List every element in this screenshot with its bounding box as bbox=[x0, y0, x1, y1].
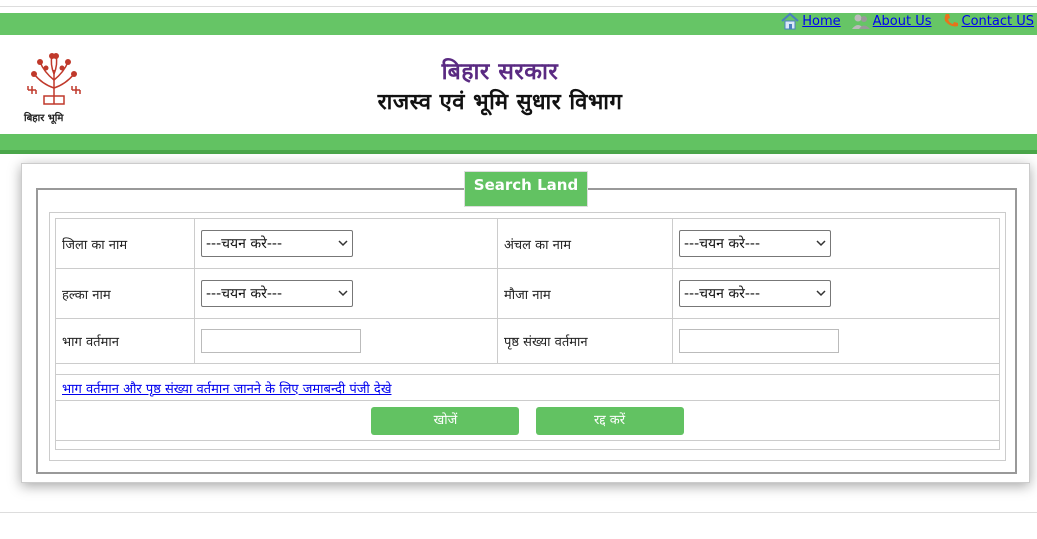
bhag-input[interactable] bbox=[201, 329, 361, 353]
header-green-band-shade bbox=[0, 150, 1037, 154]
bottom-divider bbox=[0, 512, 1037, 513]
mauja-label: मौजा नाम bbox=[497, 268, 673, 319]
circle-select-value: ---चयन करे--- bbox=[684, 236, 761, 252]
search-land-legend: Search Land bbox=[464, 171, 588, 207]
bhag-label: भाग वर्तमान bbox=[55, 318, 195, 364]
district-select-value: ---चयन करे--- bbox=[206, 236, 283, 252]
home-icon bbox=[781, 12, 799, 30]
nav-home-label: Home bbox=[802, 13, 841, 29]
halka-select-value: ---चयन करे--- bbox=[206, 286, 283, 302]
top-nav-links: Home About Us Contact US bbox=[770, 12, 1034, 30]
nav-home-link[interactable]: Home bbox=[780, 12, 841, 30]
chevron-down-icon bbox=[816, 240, 826, 247]
search-button[interactable]: खोजें bbox=[371, 406, 520, 435]
form-spacer-row-bottom bbox=[55, 440, 1000, 450]
form-row-bhag: भाग वर्तमान पृष्ठ संख्या वर्तमान bbox=[55, 318, 1000, 364]
chevron-down-icon bbox=[338, 240, 348, 247]
page-title-secondary: राजस्व एवं भूमि सुधार विभाग bbox=[377, 89, 623, 115]
page-number-label: पृष्ठ संख्या वर्तमान bbox=[497, 318, 673, 364]
district-select[interactable]: ---चयन करे--- bbox=[201, 230, 353, 257]
top-divider bbox=[0, 6, 1037, 7]
circle-label: अंचल का नाम bbox=[497, 218, 673, 269]
halka-label: हल्का नाम bbox=[55, 268, 195, 319]
jamabandi-help-link[interactable]: भाग वर्तमान और पृष्ठ संख्या वर्तमान जानन… bbox=[62, 382, 391, 397]
form-row-actions: खोजें रद्द करें bbox=[55, 400, 1000, 441]
nav-about-label: About Us bbox=[872, 13, 932, 29]
search-form-table: जिला का नाम ---चयन करे--- अंचल का नाम --… bbox=[55, 218, 1000, 450]
search-land-panel: जिला का नाम ---चयन करे--- अंचल का नाम --… bbox=[21, 163, 1030, 483]
form-row-halka: हल्का नाम ---चयन करे--- मौजा नाम ---चयन … bbox=[55, 268, 1000, 319]
nav-contact-link[interactable]: Contact US bbox=[942, 12, 1034, 30]
search-fieldset: जिला का नाम ---चयन करे--- अंचल का नाम --… bbox=[36, 188, 1017, 474]
nav-about-link[interactable]: About Us bbox=[851, 12, 932, 30]
page-number-input[interactable] bbox=[679, 329, 839, 353]
form-row-district: जिला का नाम ---चयन करे--- अंचल का नाम --… bbox=[55, 218, 1000, 269]
cancel-button[interactable]: रद्द करें bbox=[535, 406, 684, 435]
page-title-primary: बिहार सरकार bbox=[441, 58, 559, 85]
phone-icon bbox=[944, 14, 958, 27]
users-icon bbox=[851, 14, 870, 29]
chevron-down-icon bbox=[338, 290, 348, 297]
district-label: जिला का नाम bbox=[55, 218, 195, 269]
form-container: जिला का नाम ---चयन करे--- अंचल का नाम --… bbox=[49, 212, 1006, 461]
nav-contact-label: Contact US bbox=[961, 13, 1034, 29]
form-row-help: भाग वर्तमान और पृष्ठ संख्या वर्तमान जानन… bbox=[55, 374, 1000, 401]
chevron-down-icon bbox=[816, 290, 826, 297]
circle-select[interactable]: ---चयन करे--- bbox=[679, 230, 831, 257]
mauja-select-value: ---चयन करे--- bbox=[684, 286, 761, 302]
form-spacer-row bbox=[55, 363, 1000, 375]
halka-select[interactable]: ---चयन करे--- bbox=[201, 280, 353, 307]
mauja-select[interactable]: ---चयन करे--- bbox=[679, 280, 831, 307]
